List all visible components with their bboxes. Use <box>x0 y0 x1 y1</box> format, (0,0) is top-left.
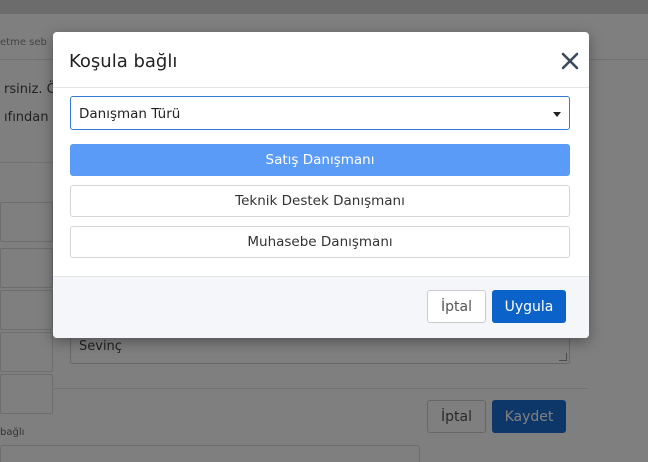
option-accounting-consultant[interactable]: Muhasebe Danışmanı <box>70 226 570 258</box>
dialog-title: Koşula bağlı <box>69 51 178 72</box>
option-sales-consultant[interactable]: Satış Danışmanı <box>70 144 570 176</box>
option-label: Satış Danışmanı <box>265 152 375 168</box>
select-value: Danışman Türü <box>79 106 181 122</box>
consultant-type-select[interactable]: Danışman Türü <box>70 96 570 130</box>
option-tech-support-consultant[interactable]: Teknik Destek Danışmanı <box>70 185 570 217</box>
option-label: Teknik Destek Danışmanı <box>235 193 405 209</box>
apply-button[interactable]: Uygula <box>492 290 566 323</box>
conditional-dialog: Koşula bağlı Danışman Türü Satış Danışma… <box>53 32 589 338</box>
cancel-button[interactable]: İptal <box>427 290 486 323</box>
dialog-footer: İptal Uygula <box>53 276 589 338</box>
option-label: Muhasebe Danışmanı <box>247 234 393 250</box>
close-icon[interactable] <box>558 49 582 73</box>
dialog-header: Koşula bağlı <box>53 32 589 88</box>
caret-down-icon <box>553 112 561 117</box>
